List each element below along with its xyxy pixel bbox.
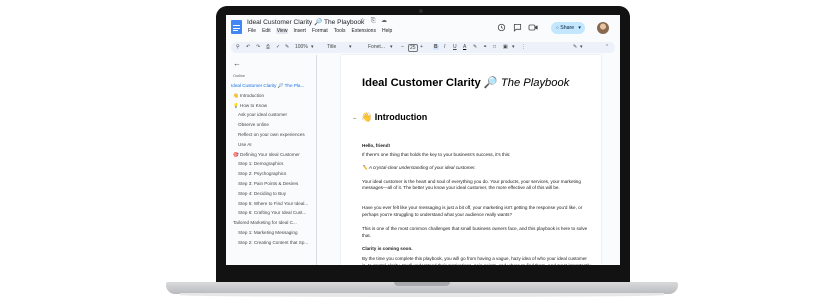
document-page[interactable]: Ideal Customer Clarity 🔎 The Playbook – … bbox=[341, 55, 601, 265]
italic-button[interactable]: I bbox=[444, 44, 445, 50]
outline-item[interactable]: Ask your ideal customer bbox=[238, 112, 312, 117]
avatar[interactable] bbox=[597, 22, 609, 34]
share-button[interactable]: ○ Share ▾ bbox=[551, 22, 585, 34]
body-paragraph[interactable]: By the time you complete this playbook, … bbox=[362, 256, 592, 265]
laptop-shadow bbox=[180, 293, 664, 297]
print-icon[interactable]: ⎙ bbox=[266, 44, 270, 50]
document-outline: ← Outline Ideal Customer Clarity 🔎 The P… bbox=[226, 55, 316, 265]
body-paragraph[interactable]: If there's one thing that holds the key … bbox=[362, 152, 592, 159]
lock-icon: ○ bbox=[556, 25, 559, 30]
decrease-font-size-button[interactable]: – bbox=[401, 44, 404, 50]
increase-font-size-button[interactable]: + bbox=[420, 44, 423, 50]
body-paragraph[interactable]: Clarity is coming soon. bbox=[362, 246, 592, 253]
meet-icon[interactable] bbox=[528, 23, 539, 34]
outline-item[interactable]: Step 1: Demographics bbox=[238, 161, 312, 166]
outline-item[interactable]: Step 2: Psychographics bbox=[238, 171, 312, 176]
heading-collapse-icon[interactable]: – bbox=[353, 116, 356, 122]
outline-item[interactable]: Step 3: Pain Points & Desires bbox=[238, 181, 312, 186]
body-paragraph[interactable]: This is one of the most common challenge… bbox=[362, 226, 592, 240]
heading-main-text: Ideal Customer Clarity 🔎 bbox=[362, 77, 498, 89]
menu-tools[interactable]: Tools bbox=[333, 28, 347, 34]
body-paragraph[interactable]: Have you ever felt like your messaging i… bbox=[362, 205, 592, 219]
outline-item[interactable]: Step 4: Deciding to Buy bbox=[238, 191, 312, 196]
outline-item[interactable]: Tailored Marketing for Ideal C... bbox=[233, 220, 312, 225]
heading-italic-text: The Playbook bbox=[500, 77, 570, 89]
paint-format-icon[interactable]: ✎ bbox=[285, 44, 289, 50]
document-title[interactable]: Ideal Customer Clarity 🔎 The Playbook bbox=[247, 18, 364, 26]
menu-format[interactable]: Format bbox=[311, 28, 329, 34]
body-paragraph[interactable]: Your ideal customer is the heart and sou… bbox=[362, 179, 592, 193]
link-icon[interactable]: ⚭ bbox=[483, 44, 487, 50]
outline-item[interactable]: Step 1: Marketing Messaging bbox=[238, 230, 312, 235]
image-chevron-icon[interactable]: ▾ bbox=[512, 44, 515, 50]
laptop-mockup: Ideal Customer Clarity 🔎 The Playbook ☆ … bbox=[0, 0, 840, 300]
redo-icon[interactable]: ↷ bbox=[256, 44, 260, 50]
formatting-toolbar: ⚲ ↶ ↷ ⎙ ✓ ✎ 100% ▾ Title ▾ Fonet... ▾ – … bbox=[231, 42, 615, 53]
bold-button[interactable]: B bbox=[433, 44, 439, 50]
menu-bar: File Edit View Insert Format Tools Extensions H… bbox=[247, 28, 393, 34]
menu-extensions[interactable]: Extensions bbox=[350, 28, 376, 34]
history-icon[interactable] bbox=[497, 23, 506, 34]
image-icon[interactable]: ▣ bbox=[503, 44, 508, 50]
outline-item[interactable]: Step 5: Where to Find Your Ideal... bbox=[238, 201, 312, 206]
style-select[interactable]: Title bbox=[327, 44, 336, 50]
collapse-menus-icon[interactable]: ⌃ bbox=[605, 44, 609, 50]
body-paragraph[interactable]: ✏️ A crystal-clear understanding of your… bbox=[362, 165, 592, 172]
chevron-down-icon: ▾ bbox=[578, 25, 581, 31]
editing-mode-chevron-icon[interactable]: ▾ bbox=[580, 44, 583, 50]
text-color-button[interactable]: A bbox=[463, 44, 466, 50]
highlight-icon[interactable]: ✎ bbox=[473, 44, 477, 50]
outline-item[interactable]: 👋 Introduction bbox=[233, 93, 312, 99]
add-comment-icon[interactable]: □ bbox=[493, 44, 496, 50]
menu-edit[interactable]: Edit bbox=[261, 28, 272, 34]
outline-heading: Outline bbox=[233, 74, 246, 78]
zoom-select[interactable]: 100% bbox=[295, 44, 308, 50]
section-heading-introduction[interactable]: 👋 Introduction bbox=[361, 112, 427, 123]
outline-item[interactable]: Step 6: Crafting Your Ideal Cust... bbox=[238, 210, 312, 215]
outline-item[interactable]: Observe online bbox=[238, 122, 312, 127]
font-size-input[interactable]: 25 bbox=[408, 43, 418, 52]
document-canvas: Ideal Customer Clarity 🔎 The Playbook – … bbox=[317, 55, 620, 265]
outline-item[interactable]: Ideal Customer Clarity 🔎 The Pla... bbox=[231, 83, 312, 89]
more-options-icon[interactable]: ⋮ bbox=[521, 44, 526, 50]
outline-item[interactable]: Use AI bbox=[238, 142, 312, 147]
menu-view[interactable]: View bbox=[275, 28, 289, 34]
outline-item[interactable]: Reflect on your own experiences bbox=[238, 132, 312, 137]
share-label: Share bbox=[560, 25, 575, 31]
outline-item[interactable]: 💡 How to Know bbox=[233, 103, 312, 109]
menu-file[interactable]: File bbox=[247, 28, 257, 34]
body-paragraph[interactable]: Hello, friend! bbox=[362, 143, 592, 150]
star-move-cloud-icons[interactable]: ☆ ⎘ ☁ bbox=[360, 18, 389, 25]
underline-button[interactable]: U bbox=[453, 44, 457, 50]
title-bar: Ideal Customer Clarity 🔎 The Playbook ☆ … bbox=[226, 15, 620, 41]
comment-icon[interactable] bbox=[513, 23, 522, 34]
docs-logo-icon[interactable] bbox=[231, 20, 242, 34]
search-icon[interactable]: ⚲ bbox=[236, 44, 240, 50]
outline-item[interactable]: Step 2: Creating Content that Sp... bbox=[238, 240, 312, 245]
menu-help[interactable]: Help bbox=[381, 28, 393, 34]
close-outline-icon[interactable]: ← bbox=[233, 59, 241, 68]
laptop-notch bbox=[394, 282, 450, 286]
font-chevron-icon[interactable]: ▾ bbox=[390, 44, 393, 50]
undo-icon[interactable]: ↶ bbox=[246, 44, 250, 50]
spellcheck-icon[interactable]: ✓ bbox=[276, 44, 280, 50]
google-docs-window: Ideal Customer Clarity 🔎 The Playbook ☆ … bbox=[226, 15, 620, 265]
document-heading[interactable]: Ideal Customer Clarity 🔎 The Playbook bbox=[362, 76, 569, 89]
style-chevron-icon[interactable]: ▾ bbox=[349, 44, 352, 50]
zoom-chevron-icon[interactable]: ▾ bbox=[311, 44, 314, 50]
editing-mode-icon[interactable]: ✎ bbox=[573, 44, 577, 50]
webcam bbox=[419, 9, 423, 13]
font-select[interactable]: Fonet... bbox=[368, 44, 385, 50]
menu-insert[interactable]: Insert bbox=[292, 28, 307, 34]
outline-item[interactable]: 🎯 Defining Your Ideal Customer bbox=[233, 152, 312, 158]
